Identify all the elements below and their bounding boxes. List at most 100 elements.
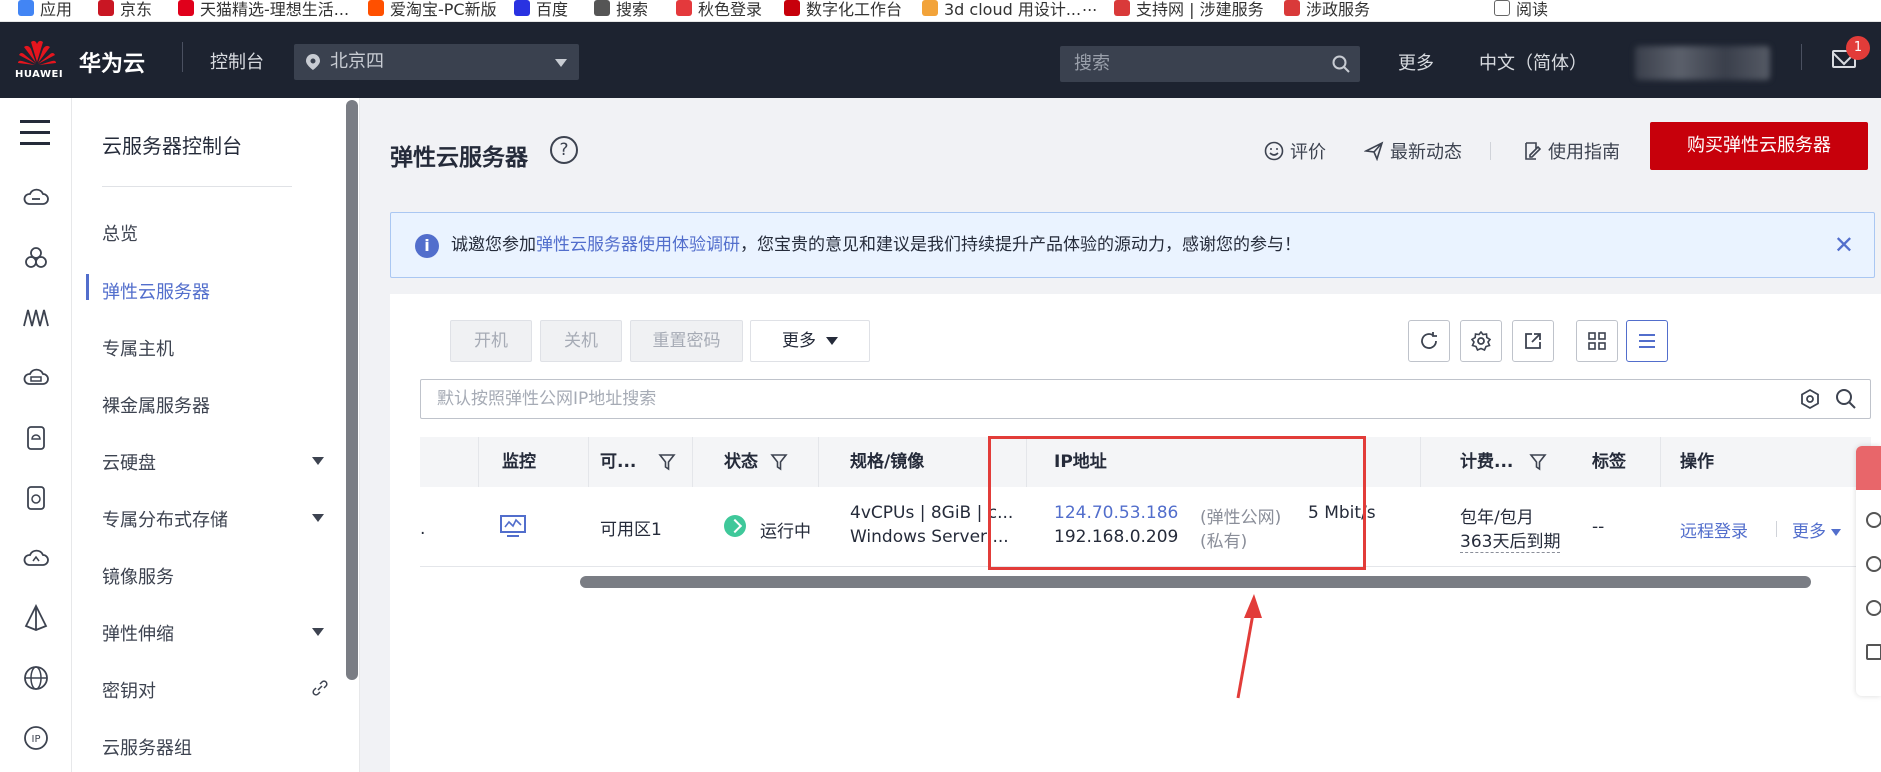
col-status: 状态 xyxy=(724,437,788,487)
filter-icon[interactable] xyxy=(658,453,677,471)
bookmark-jd[interactable]: 京东 xyxy=(98,0,152,20)
bookmark-search[interactable]: 搜索 xyxy=(594,0,648,20)
survey-notice: i 诚邀您参加弹性云服务器使用体验调研，您宝贵的意见和建议是我们持续提升产品体验… xyxy=(390,212,1875,278)
feedback-icon[interactable] xyxy=(1866,512,1881,528)
bookmark-baidu[interactable]: 百度 xyxy=(514,0,568,20)
notice-suffix: ，您宝贵的意见和建议是我们持续提升产品体验的源动力，感谢您的参与！ xyxy=(740,235,1301,255)
account-name-redacted[interactable] xyxy=(1635,46,1770,80)
bookmark-overflow[interactable]: ... xyxy=(1082,0,1097,15)
buy-ecs-button[interactable]: 购买弹性云服务器 xyxy=(1650,122,1868,170)
bookmark-label: 秋色登录 xyxy=(698,0,763,19)
grid-icon xyxy=(1588,332,1606,350)
reset-password-button[interactable]: 重置密码 xyxy=(630,320,743,362)
survey-link[interactable]: 弹性云服务器使用体验调研 xyxy=(536,235,740,255)
news-link[interactable]: 最新动态 xyxy=(1364,138,1462,164)
sidebar-scrollbar[interactable] xyxy=(346,100,358,680)
instance-search-input[interactable]: 默认按照弹性公网IP地址搜索 xyxy=(420,379,1871,419)
cloud-storage-icon[interactable] xyxy=(22,364,50,392)
brand-name[interactable]: 华为云 xyxy=(79,46,145,78)
top-nav-bar: HUAWEI 华为云 控制台 北京四 搜索 更多 中文（简体） 1 xyxy=(0,22,1881,98)
language-selector[interactable]: 中文（简体） xyxy=(1479,49,1587,75)
bookmark-support[interactable]: 支持网 | 涉建服务 xyxy=(1114,0,1264,20)
bookmark-tmall[interactable]: 天猫精选-理想生活... xyxy=(178,0,349,20)
sidebar-item-dedicated-host[interactable]: 专属主机 xyxy=(102,335,174,361)
bookmark-3dcloud[interactable]: 3d cloud 用设计... xyxy=(922,0,1081,20)
bookmark-gov[interactable]: 涉政服务 xyxy=(1284,0,1370,20)
guide-link[interactable]: 使用指南 xyxy=(1522,138,1620,164)
divider xyxy=(102,186,292,187)
console-link[interactable]: 控制台 xyxy=(210,48,264,74)
bookmark-label: 支持网 | 涉建服务 xyxy=(1136,0,1264,19)
global-search-input[interactable]: 搜索 xyxy=(1060,46,1360,82)
external-link-icon[interactable] xyxy=(312,680,328,696)
chevron-down-icon xyxy=(1831,528,1842,536)
settings-button[interactable] xyxy=(1460,320,1502,362)
chevron-down-icon[interactable] xyxy=(312,457,324,465)
cloud-upload-icon[interactable] xyxy=(22,544,50,572)
bookmark-taobao[interactable]: 爱淘宝-PC新版 xyxy=(368,0,497,20)
region-selector[interactable]: 北京四 xyxy=(294,44,579,80)
more-actions-dropdown[interactable]: 更多 xyxy=(750,320,870,362)
filter-icon[interactable] xyxy=(1529,453,1548,471)
sidebar-item-evs[interactable]: 云硬盘 xyxy=(102,449,156,475)
filter-icon[interactable] xyxy=(770,453,788,471)
sidebar-item-bms[interactable]: 裸金属服务器 xyxy=(102,392,210,418)
sidebar-item-ims[interactable]: 镜像服务 xyxy=(102,563,174,589)
backup-icon[interactable] xyxy=(22,484,50,512)
search-settings-icon[interactable] xyxy=(1799,388,1821,410)
search-icon[interactable] xyxy=(1835,388,1857,410)
divider xyxy=(1490,142,1491,160)
table-horizontal-scrollbar[interactable] xyxy=(580,576,1811,588)
chevron-down-icon[interactable] xyxy=(312,628,324,636)
col-actions: 操作 xyxy=(1680,452,1714,472)
chat-tab-icon[interactable] xyxy=(1856,446,1881,490)
billing-expiry[interactable]: 363天后到期 xyxy=(1460,527,1561,553)
column-divider xyxy=(1660,437,1661,487)
database-icon[interactable] xyxy=(22,424,50,452)
monitor-chart-icon[interactable] xyxy=(500,515,526,539)
chevron-down-icon xyxy=(826,337,838,345)
annotation-arrow-icon xyxy=(1236,594,1262,699)
start-button[interactable]: 开机 xyxy=(450,320,532,362)
bookmark-apps[interactable]: 应用 xyxy=(18,0,72,20)
sidebar-item-overview[interactable]: 总览 xyxy=(102,220,138,246)
bookmark-workbench[interactable]: 数字化工作台 xyxy=(784,0,902,20)
help-circle-icon[interactable] xyxy=(1866,600,1881,616)
bookmark-reading-list[interactable]: 阅读 xyxy=(1494,0,1548,20)
cdn-icon[interactable] xyxy=(22,604,50,632)
ip-icon[interactable]: IP xyxy=(22,724,50,752)
list-view-button[interactable] xyxy=(1626,320,1668,362)
bookmark-login[interactable]: 秋色登录 xyxy=(676,0,762,20)
doc-icon[interactable] xyxy=(1866,644,1881,660)
view-icon[interactable] xyxy=(1866,556,1881,572)
chevron-down-icon[interactable] xyxy=(312,514,324,522)
sidebar-item-ecs[interactable]: 弹性云服务器 xyxy=(102,278,210,304)
help-icon[interactable]: ? xyxy=(550,136,578,164)
export-button[interactable] xyxy=(1512,320,1554,362)
card-view-button[interactable] xyxy=(1576,320,1618,362)
cluster-icon[interactable] xyxy=(22,244,50,272)
col-tags: 标签 xyxy=(1592,452,1626,472)
remote-login-link[interactable]: 远程登录 xyxy=(1680,517,1748,542)
divider xyxy=(1801,44,1802,70)
sidebar-item-dss[interactable]: 专属分布式存储 xyxy=(102,506,228,532)
refresh-button[interactable] xyxy=(1408,320,1450,362)
network-icon[interactable] xyxy=(22,304,50,332)
sidebar-item-auto-scaling[interactable]: 弹性伸缩 xyxy=(102,620,174,646)
bookmark-label: 3d cloud 用设计... xyxy=(944,0,1082,19)
close-icon[interactable]: ✕ xyxy=(1834,213,1854,277)
search-icon[interactable] xyxy=(1332,55,1350,73)
stop-button[interactable]: 关机 xyxy=(540,320,622,362)
hamburger-menu-icon[interactable] xyxy=(20,120,50,145)
cloud-server-icon[interactable] xyxy=(22,184,50,212)
sidebar-item-server-group[interactable]: 云服务器组 xyxy=(102,734,192,760)
svg-text:IP: IP xyxy=(32,734,41,745)
region-value: 北京四 xyxy=(330,51,384,72)
row-more-menu[interactable]: 更多 xyxy=(1792,517,1842,542)
more-menu[interactable]: 更多 xyxy=(1398,49,1434,75)
instance-name-tail[interactable]: . xyxy=(420,519,425,539)
location-pin-icon xyxy=(306,54,320,70)
globe-icon[interactable] xyxy=(22,664,50,692)
rate-link[interactable]: 评价 xyxy=(1264,138,1326,164)
sidebar-item-keypair[interactable]: 密钥对 xyxy=(102,677,156,703)
